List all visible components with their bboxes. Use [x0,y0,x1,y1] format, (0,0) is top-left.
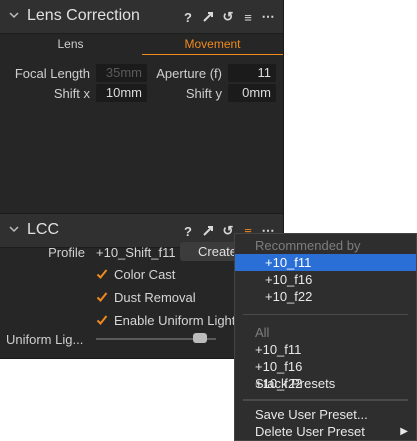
shift-y-label: Shift y [185,86,222,101]
chevron-down-icon[interactable] [8,9,20,21]
lens-correction-title: Lens Correction [27,7,140,24]
color-cast-label: Color Cast [114,267,176,282]
help-icon[interactable]: ? [181,10,195,25]
copy-apply-icon[interactable] [201,10,215,24]
copy-apply-icon[interactable] [201,224,215,238]
chevron-down-icon[interactable] [8,223,20,235]
enable-uniform-light-checkbox[interactable] [96,314,108,326]
shift-x-field[interactable]: 10mm [96,84,147,102]
menu-separator [243,399,408,400]
lcc-title: LCC [27,221,60,238]
help-icon[interactable]: ? [181,224,195,239]
focal-length-label: Focal Length [14,66,90,81]
menu-separator [243,314,408,315]
more-icon[interactable]: ⋯ [261,9,275,24]
shift-y-field[interactable]: 0mm [228,84,276,102]
delete-user-preset-item[interactable]: Delete User Preset ▶ [235,423,416,440]
recommended-header: Recommended by Relevance [255,238,361,270]
menu-item-recommended[interactable]: +10_f22 [235,288,416,305]
profile-value: +10_Shift_f11 [96,245,176,260]
dust-removal-label: Dust Removal [114,290,196,305]
stack-presets-item[interactable]: Stack Presets [235,375,416,392]
reset-icon[interactable]: ↺ [221,223,235,238]
menu-item-recommended[interactable]: +10_f16 [235,271,416,288]
focal-length-field[interactable]: 35mm [96,64,147,82]
menu-icon[interactable]: ≡ [241,10,255,25]
uniform-light-label: Uniform Lig... [6,332,84,347]
menu-separator [243,400,408,401]
enable-uniform-light-label: Enable Uniform Light [114,313,236,328]
aperture-label: Aperture (f) [156,66,222,81]
tab-movement[interactable]: Movement [142,34,283,55]
aperture-field[interactable]: 11 [228,64,276,82]
save-user-preset-item[interactable]: Save User Preset... [235,406,416,423]
create-button[interactable]: Create [180,242,240,261]
profile-label: Profile [48,245,85,260]
tab-lens[interactable]: Lens [0,34,141,54]
all-header: All [255,325,270,340]
shift-x-label: Shift x [53,86,90,101]
menu-item-recommended[interactable]: +10_f11 [235,254,416,271]
uniform-light-slider-handle[interactable] [193,333,207,343]
delete-user-preset-label: Delete User Preset [255,424,365,439]
dust-removal-checkbox[interactable] [96,291,108,303]
color-cast-checkbox[interactable] [96,268,108,280]
lens-correction-tabs: Lens Movement [0,34,283,56]
menu-item-all[interactable]: +10_f16 [235,358,416,375]
reset-icon[interactable]: ↺ [221,9,235,24]
lens-correction-header[interactable]: Lens Correction ? ↺ ≡ ⋯ [0,0,283,34]
menu-item-all[interactable]: +10_f11 [235,341,416,358]
submenu-arrow-icon: ▶ [400,426,408,437]
